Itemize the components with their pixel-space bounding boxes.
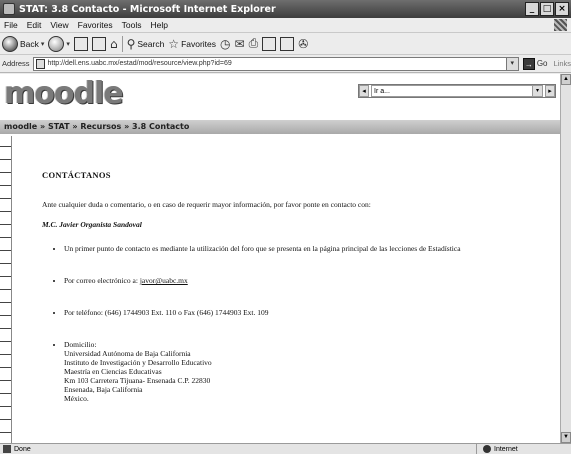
address-line: México. [64, 394, 89, 403]
search-label: Search [137, 38, 165, 49]
favorites-label: Favorites [181, 38, 217, 49]
go-label: Go [536, 59, 548, 68]
forward-button[interactable]: ▾ [48, 35, 70, 52]
phone-text: Por teléfono: (646) 1744903 Ext. 110 o F… [64, 308, 269, 317]
globe-icon [483, 445, 491, 453]
address-bar: Address http://dell.ens.uabc.mx/estad/mo… [0, 55, 571, 73]
windows-flag-icon [554, 19, 567, 31]
go-arrow-icon: → [522, 57, 535, 70]
jump-dropdown[interactable]: Ir a... ▾ [371, 85, 543, 97]
status-text: Done [14, 445, 31, 453]
page-done-icon [3, 445, 11, 453]
address-line: Universidad Autónoma de Baja California [64, 349, 191, 358]
refresh-icon[interactable] [91, 36, 106, 51]
address-line: Km 103 Carretera Tijuana- Ensenada C.P. … [64, 376, 211, 385]
go-button[interactable]: → Go [522, 57, 548, 70]
contact-name: M.C. Javier Organista Sandoval [42, 220, 142, 229]
minimize-icon[interactable]: _ [525, 2, 539, 16]
title-bar: STAT: 3.8 Contacto - Microsoft Internet … [0, 0, 571, 18]
address-input[interactable]: http://dell.ens.uabc.mx/estad/mod/resour… [32, 56, 519, 71]
contact-list: Un primer punto de contacto es mediante … [42, 244, 547, 403]
chevron-down-icon: ▾ [66, 39, 70, 48]
list-item-email: Por correo electrónico a: javor@uabc.mx [64, 276, 547, 285]
menu-help[interactable]: Help [150, 20, 167, 30]
address-label: Address [2, 59, 30, 68]
menu-bar: File Edit View Favorites Tools Help [0, 18, 571, 33]
discuss-icon[interactable] [280, 36, 295, 51]
address-line: Maestría en Ciencias Educativas [64, 367, 162, 376]
home-icon[interactable]: ⌂ [110, 37, 118, 51]
messenger-icon[interactable]: ✇ [298, 37, 308, 51]
chevron-down-icon: ▾ [40, 39, 45, 48]
stop-icon[interactable] [73, 36, 88, 51]
scroll-down-icon[interactable]: ▼ [561, 432, 571, 443]
intro-text: Ante cualquier duda o comentario, o en c… [42, 200, 371, 209]
next-arrow-icon[interactable]: ▸ [545, 85, 555, 97]
print-icon[interactable]: ⎙ [249, 36, 259, 51]
window-controls: _ □ × [525, 2, 569, 16]
list-item-phone: Por teléfono: (646) 1744903 Ext. 110 o F… [64, 308, 547, 317]
page-content: moodle ◂ Ir a... ▾ ▸ moodle » STAT » Rec… [0, 74, 560, 443]
email-link[interactable]: javor@uabc.mx [140, 276, 188, 285]
list-item-address: Domicilio: Universidad Autónoma de Baja … [64, 340, 547, 403]
left-decorative-rail [0, 136, 12, 443]
moodle-header: moodle ◂ Ir a... ▾ ▸ [0, 74, 560, 120]
edit-icon[interactable] [262, 36, 277, 51]
search-button[interactable]: ⚲ Search [127, 37, 165, 51]
mail-icon[interactable]: ✉ [235, 37, 245, 51]
chevron-down-icon[interactable]: ▾ [505, 57, 518, 70]
toolbar: Back ▾ ▾ ⌂ ⚲ Search ☆ Favorites ◷ ✉ ⎙ ✇ [0, 33, 571, 55]
zone-label: Internet [494, 445, 518, 453]
favorites-button[interactable]: ☆ Favorites [168, 37, 216, 51]
window-title: STAT: 3.8 Contacto - Microsoft Internet … [19, 3, 276, 15]
page-title: CONTÁCTANOS [42, 170, 111, 180]
forum-text: Un primer punto de contacto es mediante … [64, 244, 461, 253]
favorites-star-icon: ☆ [168, 36, 180, 51]
menu-edit[interactable]: Edit [27, 20, 42, 30]
page-icon [35, 58, 45, 69]
menu-view[interactable]: View [50, 20, 68, 30]
back-label: Back [20, 38, 39, 49]
menu-file[interactable]: File [4, 20, 18, 30]
jump-to-select[interactable]: ◂ Ir a... ▾ ▸ [358, 84, 556, 98]
links-button[interactable]: Links [553, 59, 571, 68]
list-item-forum: Un primer punto de contacto es mediante … [64, 244, 547, 253]
search-icon: ⚲ [126, 36, 136, 51]
previous-arrow-icon[interactable]: ◂ [359, 85, 369, 97]
moodle-logo[interactable]: moodle [4, 76, 124, 111]
close-icon[interactable]: × [555, 2, 569, 16]
scroll-up-icon[interactable]: ▲ [561, 74, 571, 85]
address-label: Domicilio: [64, 340, 97, 349]
address-line: Ensenada, Baja California [64, 385, 143, 394]
menu-tools[interactable]: Tools [122, 20, 142, 30]
toolbar-separator [121, 35, 123, 52]
security-zone: Internet [476, 444, 518, 454]
menu-favorites[interactable]: Favorites [78, 20, 113, 30]
main-article: CONTÁCTANOS Ante cualquier duda o coment… [42, 170, 547, 426]
history-icon[interactable]: ◷ [220, 37, 230, 51]
status-bar: Done Internet [0, 443, 571, 454]
browser-window: STAT: 3.8 Contacto - Microsoft Internet … [0, 0, 571, 454]
maximize-icon[interactable]: □ [540, 2, 554, 16]
vertical-scrollbar[interactable]: ▲ ▼ [560, 74, 571, 443]
ie-app-icon [3, 3, 15, 15]
email-prefix: Por correo electrónico a: [64, 276, 140, 285]
jump-value: Ir a... [374, 88, 390, 95]
forward-arrow-icon [48, 35, 65, 52]
chevron-down-icon: ▾ [532, 86, 542, 96]
back-button[interactable]: Back ▾ [2, 35, 45, 52]
address-line: Instituto de Investigación y Desarrollo … [64, 358, 212, 367]
breadcrumb[interactable]: moodle » STAT » Recursos » 3.8 Contacto [0, 120, 560, 134]
back-arrow-icon [2, 35, 18, 52]
address-url: http://dell.ens.uabc.mx/estad/mod/resour… [47, 60, 232, 67]
